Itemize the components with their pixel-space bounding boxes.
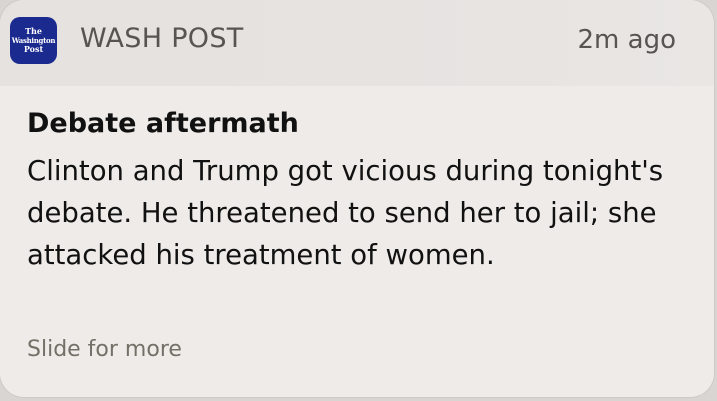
notification-body[interactable]: Debate aftermath Clinton and Trump got v…	[0, 86, 714, 397]
washington-post-app-icon: The Washington Post	[10, 17, 57, 64]
notification-header: The Washington Post WASH POST 2m ago	[0, 0, 714, 86]
slide-for-more-hint[interactable]: Slide for more	[27, 337, 182, 362]
app-icon-line-1: The	[25, 26, 42, 36]
notification-title: Debate aftermath	[27, 108, 299, 139]
notification-card[interactable]: The Washington Post WASH POST 2m ago Deb…	[0, 0, 714, 397]
notification-message: Clinton and Trump got vicious during ton…	[27, 155, 664, 271]
app-icon-line-3: Post	[23, 44, 44, 54]
app-name: WASH POST	[80, 23, 244, 54]
notification-timestamp: 2m ago	[577, 25, 676, 55]
